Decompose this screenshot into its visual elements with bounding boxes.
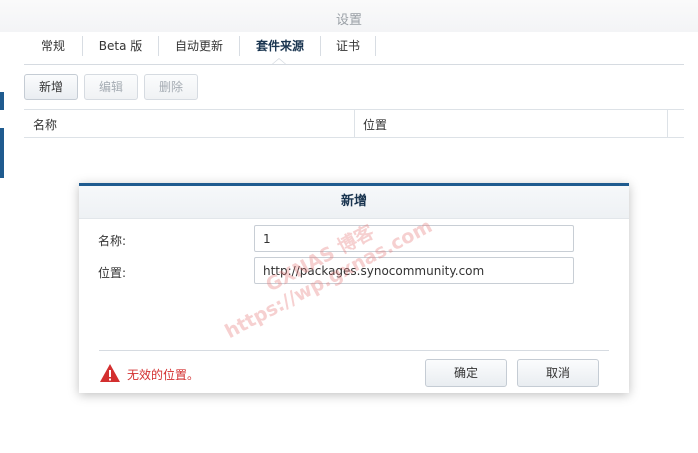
dialog-title: 新增	[79, 186, 629, 219]
title-bar: 设置	[0, 0, 698, 32]
dialog-divider	[99, 350, 609, 351]
tab-auto-update[interactable]: 自动更新	[159, 32, 239, 63]
left-edge-accent	[0, 128, 4, 178]
grid-header: 名称 位置	[24, 109, 684, 138]
tab-beta[interactable]: Beta 版	[83, 32, 158, 63]
column-divider	[667, 110, 668, 137]
name-input[interactable]	[254, 225, 574, 252]
error-message: 无效的位置。	[127, 368, 200, 382]
warning-icon	[100, 364, 120, 382]
active-tab-indicator	[272, 58, 286, 64]
location-input[interactable]	[254, 257, 574, 284]
tab-general[interactable]: 常规	[24, 32, 82, 63]
column-header-name[interactable]: 名称	[33, 116, 57, 133]
delete-button[interactable]: 删除	[144, 74, 198, 100]
window-title: 设置	[335, 13, 362, 28]
name-label: 名称:	[98, 234, 127, 248]
add-source-dialog: 新增 名称: 位置: 无效的位置。 确定 取消	[79, 183, 629, 393]
add-button[interactable]: 新增	[24, 74, 78, 100]
left-edge-accent	[0, 92, 4, 110]
tab-certificate[interactable]: 证书	[321, 32, 375, 63]
column-divider	[354, 110, 355, 137]
cancel-button[interactable]: 取消	[517, 359, 599, 387]
ok-button[interactable]: 确定	[425, 359, 507, 387]
tab-bar: 常规 Beta 版 自动更新 套件来源 证书	[24, 32, 684, 65]
column-header-location[interactable]: 位置	[363, 116, 387, 133]
edit-button[interactable]: 编辑	[84, 74, 138, 100]
tab-divider	[375, 36, 376, 56]
location-label: 位置:	[98, 266, 127, 280]
